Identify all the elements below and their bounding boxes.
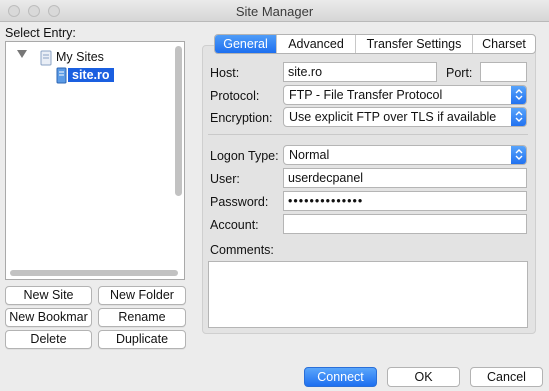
tree-horizontal-scrollbar[interactable]	[10, 270, 178, 276]
tab-charset[interactable]: Charset	[473, 35, 535, 53]
tree-item-site-label: site.ro	[68, 68, 114, 82]
server-icon	[56, 67, 67, 84]
expand-triangle-icon[interactable]	[17, 50, 27, 58]
encryption-select[interactable]: Use explicit FTP over TLS if available	[283, 107, 527, 127]
encryption-select-value: Use explicit FTP over TLS if available	[289, 110, 497, 124]
duplicate-button[interactable]: Duplicate	[98, 330, 186, 349]
comments-label: Comments:	[210, 243, 274, 257]
logon-type-label: Logon Type:	[210, 149, 279, 163]
port-label: Port:	[446, 66, 473, 80]
section-divider	[208, 134, 528, 135]
password-label: Password:	[210, 195, 269, 209]
new-bookmark-button[interactable]: New Bookmar	[5, 308, 92, 327]
tree-item-my-sites[interactable]: My Sites	[56, 48, 104, 66]
account-field[interactable]	[283, 214, 527, 234]
new-site-button[interactable]: New Site	[5, 286, 92, 305]
select-entry-label: Select Entry:	[5, 26, 76, 40]
rename-button[interactable]: Rename	[98, 308, 186, 327]
chevron-updown-icon	[511, 108, 526, 126]
host-label: Host:	[210, 66, 240, 80]
sites-folder-icon	[40, 50, 52, 66]
title-bar: Site Manager	[0, 0, 549, 22]
port-field[interactable]	[480, 62, 527, 82]
tree-vertical-scrollbar[interactable]	[175, 46, 182, 196]
window-title: Site Manager	[235, 4, 314, 19]
tree-item-site[interactable]: site.ro	[68, 66, 114, 84]
user-label: User:	[210, 172, 240, 186]
comments-textarea[interactable]	[208, 261, 528, 328]
tree-item-my-sites-label: My Sites	[56, 50, 104, 64]
tab-general[interactable]: General	[215, 35, 277, 53]
chevron-updown-icon	[511, 86, 526, 104]
tab-bar: General Advanced Transfer Settings Chars…	[214, 34, 536, 54]
logon-type-select-value: Normal	[289, 148, 330, 162]
tab-advanced[interactable]: Advanced	[277, 35, 356, 53]
connect-button[interactable]: Connect	[304, 367, 377, 387]
new-folder-button[interactable]: New Folder	[98, 286, 186, 305]
delete-button[interactable]: Delete	[5, 330, 92, 349]
protocol-label: Protocol:	[210, 89, 260, 103]
protocol-select[interactable]: FTP - File Transfer Protocol	[283, 85, 527, 105]
logon-type-select[interactable]: Normal	[283, 145, 527, 165]
chevron-updown-icon	[511, 146, 526, 164]
protocol-select-value: FTP - File Transfer Protocol	[289, 88, 443, 102]
encryption-label: Encryption:	[210, 111, 273, 125]
site-tree[interactable]: My Sites site.ro	[5, 41, 185, 280]
tab-transfer-settings[interactable]: Transfer Settings	[356, 35, 473, 53]
password-field[interactable]: ••••••••••••••	[283, 191, 527, 211]
cancel-button[interactable]: Cancel	[470, 367, 543, 387]
host-field[interactable]: site.ro	[283, 62, 437, 82]
ok-button[interactable]: OK	[387, 367, 460, 387]
account-label: Account:	[210, 218, 259, 232]
user-field[interactable]: userdecpanel	[283, 168, 527, 188]
